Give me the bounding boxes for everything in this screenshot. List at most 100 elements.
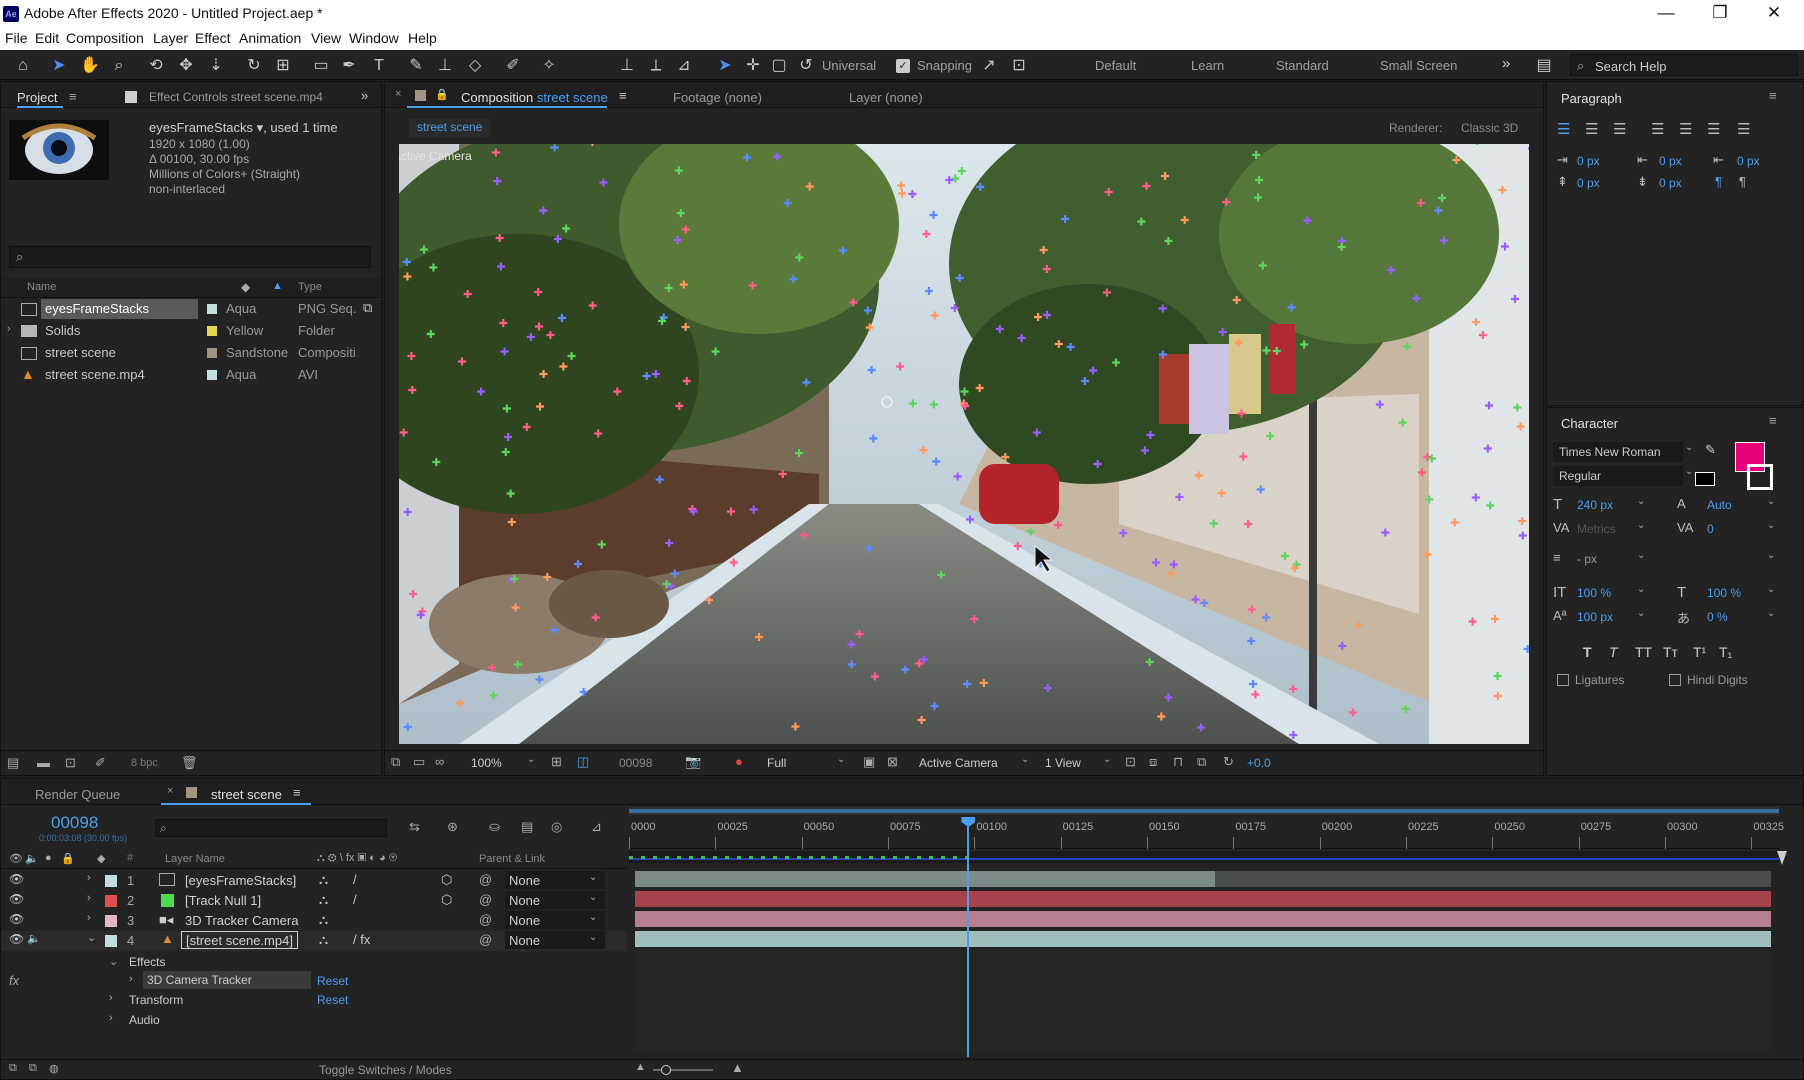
track-point[interactable]: ✚ bbox=[1300, 339, 1309, 352]
track-point[interactable]: ✚ bbox=[1222, 196, 1231, 209]
track-point[interactable]: ✚ bbox=[960, 386, 969, 399]
baseline-shift-value[interactable]: 100 px bbox=[1577, 610, 1613, 624]
track-point[interactable]: ✚ bbox=[399, 426, 408, 439]
puppet-pin-icon[interactable]: ✧ bbox=[538, 55, 560, 77]
adjust-settings-icon[interactable]: ✐ bbox=[95, 755, 106, 771]
render-time-icon[interactable]: ◍ bbox=[49, 1062, 59, 1075]
track-point[interactable]: ✚ bbox=[755, 631, 764, 644]
track-point[interactable]: ✚ bbox=[839, 244, 848, 257]
track-point[interactable]: ✚ bbox=[924, 285, 933, 298]
transparency-grid-icon[interactable]: ◫ bbox=[577, 754, 589, 770]
eye-icon[interactable]: 👁 bbox=[9, 932, 24, 946]
small-caps-button[interactable]: Tт bbox=[1663, 644, 1678, 660]
track-point[interactable]: ✚ bbox=[1088, 365, 1097, 378]
layer-name[interactable]: [eyesFrameStacks] bbox=[185, 873, 296, 888]
track-point[interactable]: ✚ bbox=[1468, 616, 1477, 629]
type-tool-icon[interactable]: T bbox=[368, 55, 390, 77]
track-point[interactable]: ✚ bbox=[1247, 603, 1256, 616]
track-point[interactable]: ✚ bbox=[1001, 451, 1010, 464]
shy-switch-icon[interactable]: ⛬ bbox=[319, 892, 328, 908]
track-point[interactable]: ✚ bbox=[513, 658, 522, 671]
track-point[interactable]: ✚ bbox=[1472, 316, 1481, 329]
track-point[interactable]: ✚ bbox=[500, 346, 509, 359]
track-point[interactable]: ✚ bbox=[1142, 180, 1151, 193]
panel-menu-icon[interactable]: ≡ bbox=[1769, 413, 1777, 428]
track-point[interactable]: ✚ bbox=[534, 286, 543, 299]
track-point[interactable]: ✚ bbox=[1500, 241, 1509, 254]
label-swatch[interactable] bbox=[207, 326, 217, 336]
tsume-value[interactable]: 0 % bbox=[1707, 610, 1728, 624]
project-item[interactable]: eyesFrameStacks Aqua PNG Seq. ⧉ bbox=[1, 299, 381, 321]
track-point[interactable]: ✚ bbox=[783, 197, 792, 210]
track-point[interactable]: ✚ bbox=[922, 228, 931, 241]
current-time-field[interactable]: 00098 bbox=[619, 756, 652, 770]
track-point[interactable]: ✚ bbox=[588, 299, 597, 312]
timeline-layer-row[interactable]: 👁 › 3 ■◂ 3D Tracker Camera ⛬ @ None ⌄ bbox=[1, 911, 627, 931]
track-point[interactable]: ✚ bbox=[1272, 345, 1281, 358]
track-point[interactable]: ✚ bbox=[675, 400, 684, 413]
eye-icon[interactable]: 👁 bbox=[9, 872, 24, 886]
view-layout-select[interactable]: 1 View bbox=[1045, 756, 1081, 770]
track-point[interactable]: ✚ bbox=[1247, 635, 1256, 648]
tab-render-queue[interactable]: Render Queue bbox=[35, 787, 120, 802]
track-point[interactable]: ✚ bbox=[929, 398, 938, 411]
track-point[interactable]: ✚ bbox=[511, 601, 520, 614]
column-layer-name[interactable]: Layer Name bbox=[165, 853, 225, 865]
track-point[interactable]: ✚ bbox=[674, 165, 683, 178]
justify-all-icon[interactable]: ☰ bbox=[1737, 120, 1750, 138]
track-point[interactable]: ✚ bbox=[896, 179, 905, 192]
track-point[interactable]: ✚ bbox=[429, 262, 438, 275]
track-point[interactable]: ✚ bbox=[1493, 670, 1502, 683]
panel-layout-icon[interactable]: ▤ bbox=[1533, 55, 1555, 77]
track-point[interactable]: ✚ bbox=[574, 558, 583, 571]
track-point[interactable]: ✚ bbox=[953, 470, 962, 483]
expand-arrow-icon[interactable]: › bbox=[87, 872, 91, 884]
track-point[interactable]: ✚ bbox=[550, 144, 559, 155]
track-point[interactable]: ✚ bbox=[791, 720, 800, 733]
track-point[interactable]: ✚ bbox=[1066, 341, 1075, 354]
track-point[interactable]: ✚ bbox=[489, 690, 498, 703]
panel-menu-icon[interactable]: ≡ bbox=[619, 88, 627, 103]
shy-layers-icon[interactable]: ⛀ bbox=[489, 819, 500, 835]
track-point[interactable]: ✚ bbox=[1498, 184, 1507, 197]
track-point[interactable]: ✚ bbox=[676, 207, 685, 220]
motion-blur-icon[interactable]: ◎ bbox=[551, 819, 562, 835]
track-point[interactable]: ✚ bbox=[432, 456, 441, 469]
restore-button[interactable]: ❐ bbox=[1708, 3, 1732, 23]
solo-icon[interactable]: ● bbox=[45, 852, 52, 864]
track-point[interactable]: ✚ bbox=[567, 350, 576, 363]
track-point[interactable]: ✚ bbox=[704, 594, 713, 607]
track-point[interactable]: ✚ bbox=[522, 421, 531, 434]
track-point[interactable]: ✚ bbox=[1200, 597, 1209, 610]
track-point[interactable]: ✚ bbox=[1180, 214, 1189, 227]
track-point[interactable]: ✚ bbox=[1102, 287, 1111, 300]
subscript-button[interactable]: T₁ bbox=[1719, 644, 1732, 660]
track-point[interactable]: ✚ bbox=[1478, 329, 1487, 342]
track-point[interactable]: ✚ bbox=[416, 609, 425, 622]
track-point[interactable]: ✚ bbox=[1427, 453, 1436, 466]
time-ruler[interactable]: 0000 00025 00050 00075 00100 00125 00150 00175 0… bbox=[629, 817, 1784, 849]
track-point[interactable]: ✚ bbox=[1217, 487, 1226, 500]
menu-layer[interactable]: Layer bbox=[153, 30, 188, 46]
font-size-value[interactable]: 240 px bbox=[1577, 498, 1613, 512]
lock-icon[interactable]: 🔒 bbox=[435, 88, 449, 101]
track-point[interactable]: ✚ bbox=[950, 302, 959, 315]
track-point[interactable]: ✚ bbox=[403, 506, 412, 519]
color-channels-icon[interactable]: ● bbox=[735, 754, 743, 769]
transfer-controls-icon[interactable]: ⧉ bbox=[29, 1062, 37, 1075]
track-point[interactable]: ✚ bbox=[1164, 235, 1173, 248]
track-point[interactable]: ✚ bbox=[908, 188, 917, 201]
track-point[interactable]: ✚ bbox=[896, 360, 905, 373]
comp-breadcrumb[interactable]: street scene bbox=[409, 119, 491, 137]
composition-viewer[interactable]: ✚ ✚ ✚ ✚ ✚ ✚ ✚ ✚ ✚ ✚ ✚ ✚ ✚ ✚ ✚ ✚ ✚ ✚ ✚ ✚ ✚ ✚ ✚ ✚ ✚ ✚ ✚ ✚ ✚ ✚ ✚ ✚ ✚ ✚ ✚ ✚ ✚ ✚ ✚ ✚… bbox=[399, 144, 1529, 744]
layer-label-swatch[interactable] bbox=[105, 915, 117, 927]
toggle-transparency-icon[interactable]: ⊠ bbox=[887, 754, 898, 770]
track-point[interactable]: ✚ bbox=[655, 473, 664, 486]
track-point[interactable]: ✚ bbox=[800, 529, 809, 542]
track-point[interactable]: ✚ bbox=[1093, 458, 1102, 471]
snapshot-icon[interactable]: 📷 bbox=[685, 754, 701, 770]
track-point[interactable]: ✚ bbox=[1381, 527, 1390, 540]
quality-switch-icon[interactable]: / bbox=[353, 872, 357, 887]
track-point[interactable]: ✚ bbox=[402, 256, 411, 269]
tab-footage[interactable]: Footage (none) bbox=[673, 90, 762, 105]
